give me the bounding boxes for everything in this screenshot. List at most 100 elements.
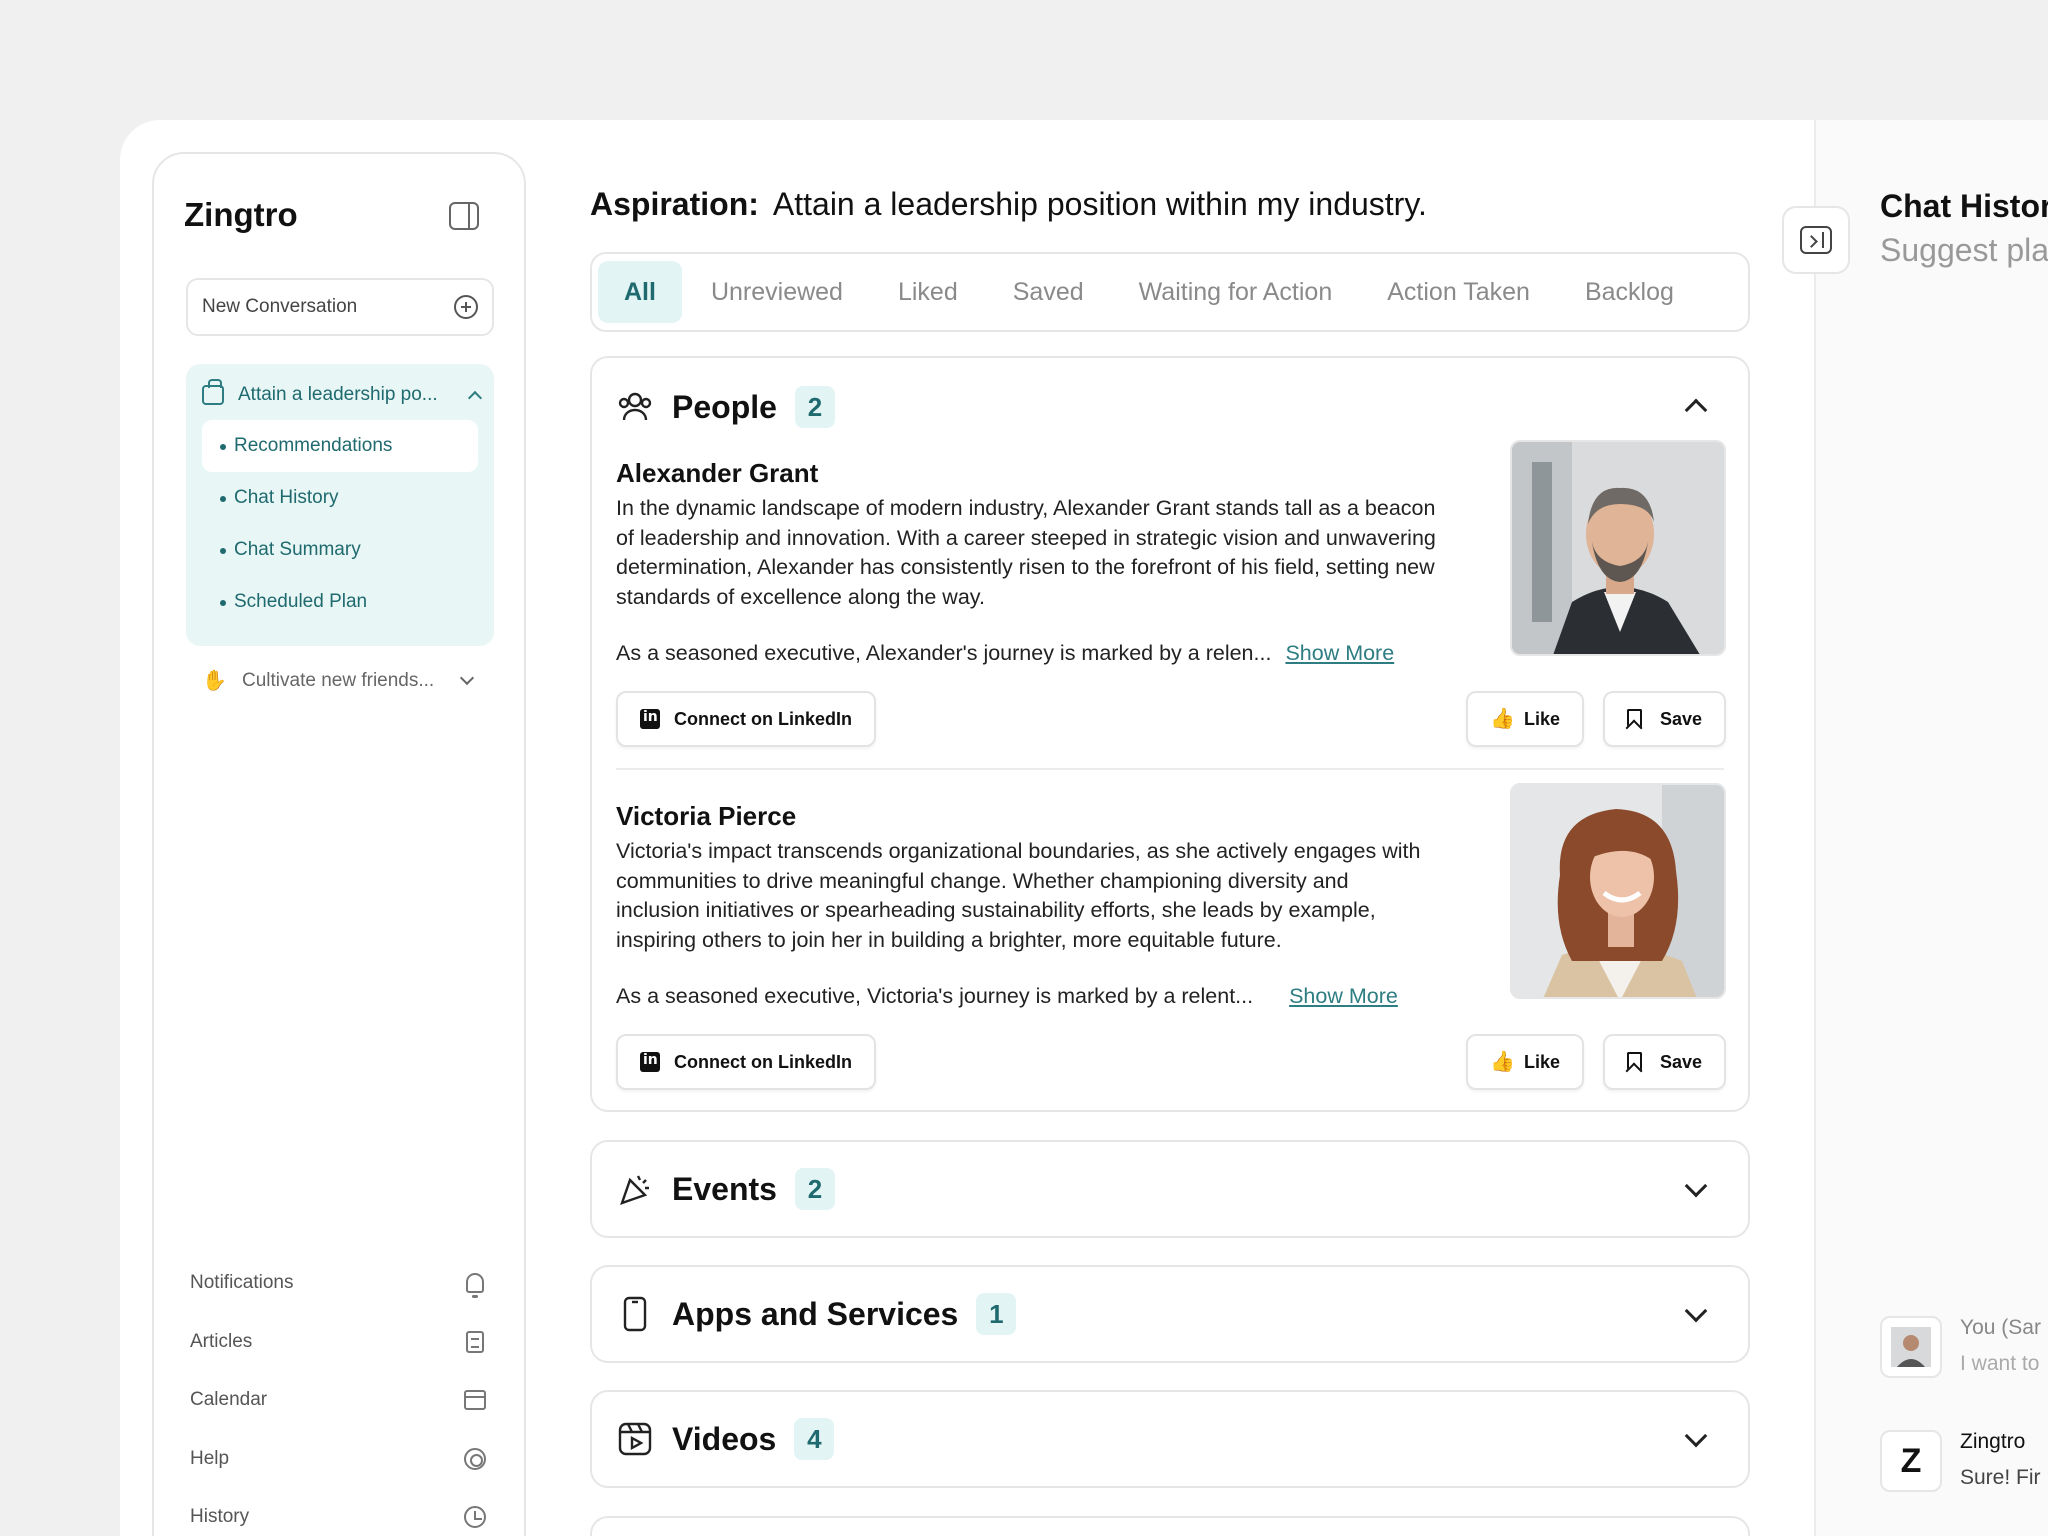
chevron-down-icon: [459, 670, 475, 686]
tab-liked[interactable]: Liked: [872, 261, 984, 323]
nav-articles[interactable]: Articles: [190, 1313, 490, 1372]
chevron-down-icon[interactable]: [1684, 1424, 1708, 1448]
nav-history[interactable]: History: [190, 1488, 490, 1536]
nav-notifications-label: Notifications: [190, 1272, 294, 1294]
connect-linkedin-button[interactable]: Connect on LinkedIn: [616, 1034, 876, 1090]
avatar: [1880, 1316, 1942, 1378]
sidebar: Zingtro New Conversation Attain a leader…: [152, 152, 526, 1536]
people-count-badge: 2: [794, 386, 835, 428]
people-title: People: [672, 388, 777, 425]
sidebar-item-chat-summary[interactable]: Chat Summary: [202, 524, 478, 576]
linkedin-icon: [640, 709, 660, 729]
nav-calendar[interactable]: Calendar: [190, 1371, 490, 1430]
show-more-link[interactable]: Show More: [1289, 984, 1398, 1008]
brand-logo: Zingtro: [184, 196, 298, 233]
person-card: Alexander Grant In the dynamic landscape…: [616, 440, 1726, 758]
thumbs-up-icon: 👍: [1490, 1051, 1515, 1073]
app-window: Zingtro New Conversation Attain a leader…: [120, 120, 2048, 1536]
nav-history-label: History: [190, 1506, 250, 1528]
aspiration-group-label: Attain a leadership po...: [238, 384, 438, 405]
aspiration-text: Attain a leadership position within my i…: [772, 186, 1427, 222]
events-section-header: Events 2: [616, 1168, 835, 1210]
aspiration-group-header[interactable]: Attain a leadership po...: [202, 379, 483, 410]
person-photo: [1510, 783, 1726, 999]
nav-help[interactable]: Help: [190, 1430, 490, 1489]
apps-section-header: Apps and Services 1: [616, 1293, 1017, 1335]
save-label: Save: [1659, 1051, 1702, 1072]
sidebar-item-scheduled-plan[interactable]: Scheduled Plan: [202, 576, 478, 628]
nav-notifications[interactable]: Notifications: [190, 1254, 490, 1313]
message-author: Zingtro: [1960, 1430, 2026, 1453]
sidebar-item-recommendations[interactable]: Recommendations: [202, 420, 478, 472]
save-label: Save: [1659, 708, 1702, 729]
tab-saved[interactable]: Saved: [987, 261, 1110, 323]
chevron-up-icon: [467, 390, 483, 406]
people-section-header[interactable]: People 2: [616, 386, 835, 428]
like-label: Like: [1524, 708, 1561, 729]
chevron-up-icon[interactable]: [1684, 398, 1708, 422]
zingtro-avatar-letter: Z: [1900, 1441, 1922, 1480]
events-count-badge: 2: [794, 1168, 835, 1210]
connect-linkedin-label: Connect on LinkedIn: [674, 1051, 852, 1072]
person-more: As a seasoned executive, Victoria's jour…: [616, 984, 1398, 1009]
apps-count-badge: 1: [976, 1293, 1017, 1335]
like-button[interactable]: 👍 Like: [1466, 1034, 1584, 1090]
filter-tabs: All Unreviewed Liked Saved Waiting for A…: [590, 252, 1750, 332]
person-card: Victoria Pierce Victoria's impact transc…: [616, 783, 1726, 1101]
save-button[interactable]: Save: [1603, 1034, 1726, 1090]
person-bio: Victoria's impact transcends organizatio…: [616, 839, 1421, 952]
tab-waiting-for-action[interactable]: Waiting for Action: [1113, 261, 1359, 323]
collapse-panel-button[interactable]: [1782, 206, 1850, 274]
chevron-down-icon[interactable]: [1684, 1174, 1708, 1198]
sidebar-toggle-icon[interactable]: [449, 202, 479, 230]
connect-linkedin-button[interactable]: Connect on LinkedIn: [616, 691, 876, 747]
videos-section[interactable]: Videos 4: [590, 1390, 1750, 1488]
people-icon: [616, 388, 654, 426]
tab-action-taken[interactable]: Action Taken: [1361, 261, 1556, 323]
like-label: Like: [1524, 1051, 1561, 1072]
person-more-text: As a seasoned executive, Alexander's jou…: [616, 641, 1272, 665]
message-text: I want to: [1960, 1352, 2040, 1375]
bell-icon: [462, 1270, 488, 1299]
person-name: Alexander Grant: [616, 458, 819, 488]
save-button[interactable]: Save: [1603, 691, 1726, 747]
tab-unreviewed[interactable]: Unreviewed: [685, 261, 869, 323]
sidebar-item-chat-history[interactable]: Chat History: [202, 472, 478, 524]
divider: [616, 768, 1724, 770]
history-icon: [462, 1504, 488, 1530]
plus-circle-icon: [454, 295, 478, 319]
apps-section[interactable]: Apps and Services 1: [590, 1265, 1750, 1363]
person-more: As a seasoned executive, Alexander's jou…: [616, 641, 1394, 666]
events-title: Events: [672, 1170, 777, 1207]
more-section[interactable]: [590, 1516, 1750, 1536]
main-content: Aspiration: Attain a leadership position …: [590, 120, 1766, 1536]
party-popper-icon: [616, 1170, 654, 1208]
like-button[interactable]: 👍 Like: [1466, 691, 1584, 747]
bottom-nav: Notifications Articles Calendar Help His…: [190, 1254, 490, 1536]
phone-icon: [616, 1295, 654, 1333]
nav-articles-label: Articles: [190, 1330, 253, 1352]
aspiration-group: Attain a leadership po... Recommendation…: [186, 364, 494, 646]
new-conversation-label: New Conversation: [202, 296, 358, 317]
show-more-link[interactable]: Show More: [1285, 641, 1394, 665]
aspiration-label: Aspiration:: [590, 186, 759, 222]
message-text: Sure! Fir: [1960, 1466, 2041, 1489]
aspiration-group-cultivate[interactable]: ✋ Cultivate new friends...: [202, 666, 478, 696]
tab-all[interactable]: All: [598, 261, 682, 323]
page-title: Aspiration: Attain a leadership position …: [590, 186, 1427, 223]
people-section: People 2 Alexander Grant In the dynamic …: [590, 356, 1750, 1112]
chevron-down-icon[interactable]: [1684, 1299, 1708, 1323]
thumbs-up-icon: 👍: [1490, 708, 1515, 730]
lifebuoy-icon: [462, 1446, 488, 1472]
events-section[interactable]: Events 2: [590, 1140, 1750, 1238]
message-author: You (Sar: [1960, 1316, 2041, 1339]
nav-help-label: Help: [190, 1447, 230, 1469]
briefcase-icon: [202, 379, 224, 405]
new-conversation-button[interactable]: New Conversation: [186, 278, 494, 336]
videos-title: Videos: [672, 1420, 777, 1457]
waving-hand-icon: ✋: [202, 670, 227, 692]
chat-history-subtitle: Suggest pla: [1880, 232, 2048, 268]
linkedin-icon: [640, 1052, 660, 1072]
tab-backlog[interactable]: Backlog: [1559, 261, 1700, 323]
videos-count-badge: 4: [794, 1418, 835, 1460]
